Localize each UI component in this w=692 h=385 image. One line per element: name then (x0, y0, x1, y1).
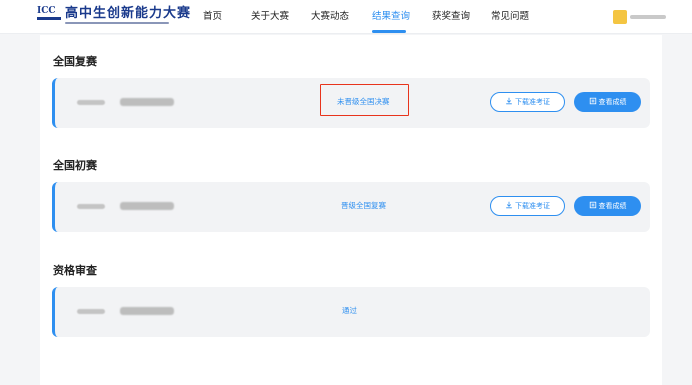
user-name-redacted (630, 15, 666, 19)
download-ticket-label: 下载准考证 (515, 98, 550, 106)
document-icon (589, 201, 596, 209)
redacted-field (77, 204, 105, 209)
nav-awards[interactable]: 获奖查询 (432, 0, 470, 34)
nav-results[interactable]: 结果查询 (372, 0, 410, 34)
view-score-label: 查看成绩 (598, 202, 627, 210)
download-ticket-button[interactable]: 下载准考证 (490, 92, 565, 112)
redacted-field (120, 202, 174, 210)
section-title-national-preliminary: 全国初赛 (53, 159, 97, 172)
view-score-button[interactable]: 查看成绩 (574, 196, 641, 216)
logo-underline (37, 17, 61, 20)
nav-news[interactable]: 大赛动态 (311, 0, 349, 34)
nav-about[interactable]: 关于大赛 (251, 0, 289, 34)
section-title-national-semifinal: 全国复赛 (53, 55, 97, 68)
redacted-field (120, 307, 174, 315)
view-score-button[interactable]: 查看成绩 (574, 92, 641, 112)
redacted-field (77, 100, 105, 105)
status-text: 晋级全国复赛 (341, 201, 386, 210)
download-icon (506, 201, 512, 209)
redacted-field (77, 309, 105, 314)
result-card-qualification-review: 通过 (52, 287, 650, 337)
logo-mark: ICC (37, 6, 56, 16)
download-ticket-label: 下载准考证 (515, 202, 550, 210)
top-header: ICC 高中生创新能力大赛 首页 关于大赛 大赛动态 结果查询 获奖查询 常见问… (0, 0, 692, 34)
result-card-national-preliminary: 晋级全国复赛 下载准考证 查看成绩 (52, 182, 650, 232)
site-logo[interactable]: ICC 高中生创新能力大赛 (37, 6, 190, 29)
logo-title: 高中生创新能力大赛 (65, 6, 192, 21)
view-score-label: 查看成绩 (598, 98, 627, 106)
document-icon (589, 97, 596, 105)
status-highlight-box (320, 84, 409, 116)
nav-active-indicator (372, 30, 406, 33)
section-title-qualification-review: 资格审查 (53, 264, 97, 277)
redacted-field (120, 98, 174, 106)
download-ticket-button[interactable]: 下载准考证 (490, 196, 565, 216)
user-menu[interactable] (613, 10, 669, 24)
nav-faq[interactable]: 常见问题 (491, 0, 529, 34)
status-text: 通过 (342, 306, 357, 315)
avatar (613, 10, 627, 24)
logo-subtitle-line (65, 22, 169, 24)
nav-home[interactable]: 首页 (203, 0, 222, 34)
download-icon (506, 97, 512, 105)
